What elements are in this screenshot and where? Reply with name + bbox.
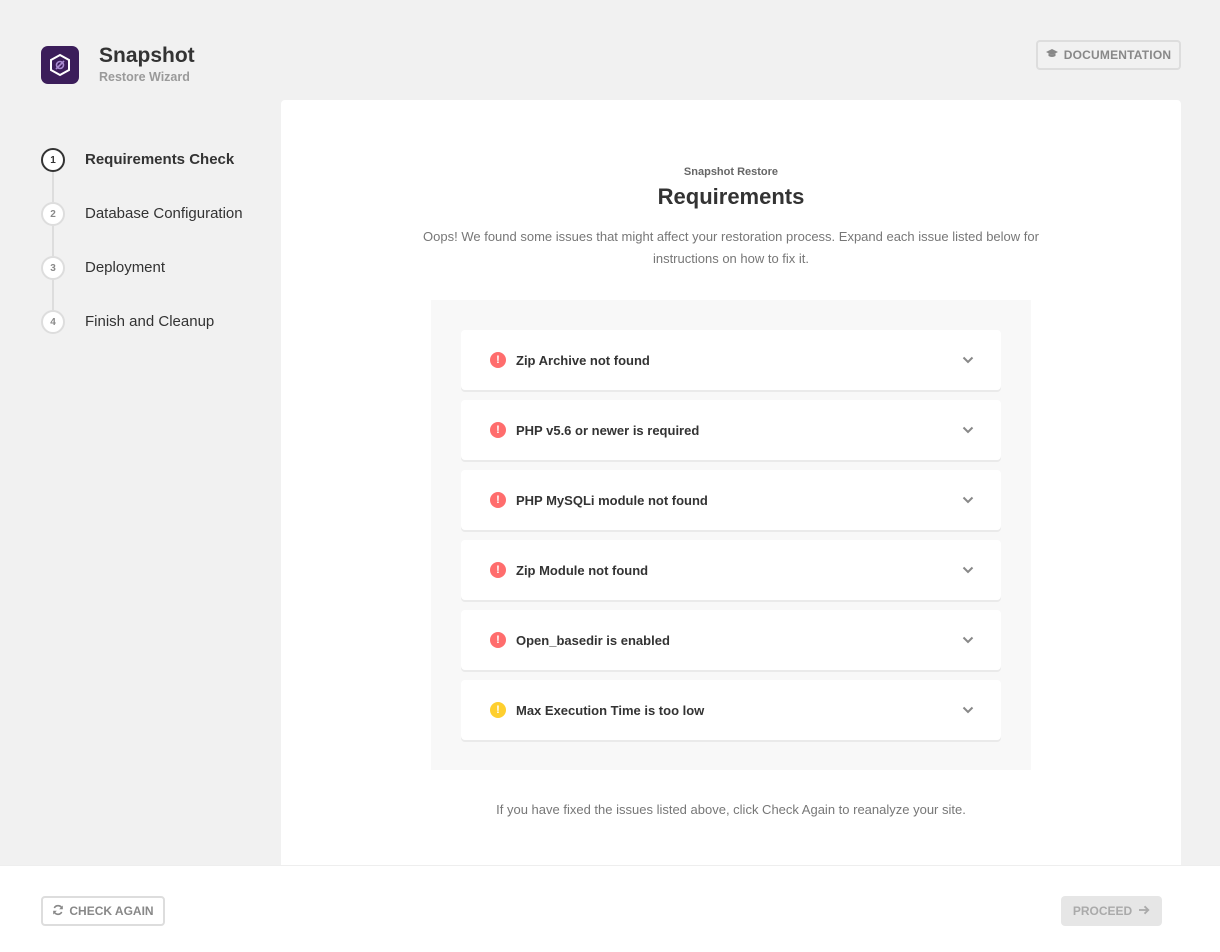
issue-php-mysqli[interactable]: ! PHP MySQLi module not found xyxy=(461,470,1001,530)
requirements-card: Snapshot Restore Requirements Oops! We f… xyxy=(281,100,1181,880)
step-number: 3 xyxy=(41,256,65,280)
check-again-button[interactable]: CHECK AGAIN xyxy=(41,896,165,926)
app-title: Snapshot xyxy=(99,44,195,67)
page-title: Requirements xyxy=(657,184,805,209)
step-number: 4 xyxy=(41,310,65,334)
arrow-right-icon xyxy=(1138,904,1150,918)
step-deployment[interactable]: 3 Deployment xyxy=(41,256,271,310)
error-icon: ! xyxy=(490,492,506,508)
card-description: Oops! We found some issues that might af… xyxy=(423,229,1039,266)
chevron-down-icon[interactable] xyxy=(961,493,975,507)
step-number: 2 xyxy=(41,202,65,226)
error-icon: ! xyxy=(490,352,506,368)
issue-max-execution-time[interactable]: ! Max Execution Time is too low xyxy=(461,680,1001,740)
chevron-down-icon[interactable] xyxy=(961,633,975,647)
brand: Snapshot Restore Wizard xyxy=(99,44,195,85)
error-icon: ! xyxy=(490,562,506,578)
issue-label: Max Execution Time is too low xyxy=(516,702,705,718)
proceed-button[interactable]: PROCEED xyxy=(1061,896,1162,926)
chevron-down-icon[interactable] xyxy=(961,703,975,717)
issue-label: PHP MySQLi module not found xyxy=(516,492,708,508)
snapshot-logo-icon xyxy=(41,45,79,84)
app-subtitle: Restore Wizard xyxy=(99,70,190,84)
chevron-down-icon[interactable] xyxy=(961,563,975,577)
step-requirements-check[interactable]: 1 Requirements Check xyxy=(41,148,271,202)
proceed-label: PROCEED xyxy=(1072,904,1133,918)
recheck-note: If you have fixed the issues listed abov… xyxy=(496,802,966,817)
step-label: Requirements Check xyxy=(85,151,235,168)
step-finish-and-cleanup[interactable]: 4 Finish and Cleanup xyxy=(41,310,271,364)
footer-bar: CHECK AGAIN PROCEED xyxy=(0,865,1220,952)
error-icon: ! xyxy=(490,422,506,438)
refresh-icon xyxy=(52,904,64,919)
wizard-steps: 1 Requirements Check 2 Database Configur… xyxy=(41,148,271,364)
issue-label: PHP v5.6 or newer is required xyxy=(516,422,700,438)
issue-label: Zip Module not found xyxy=(516,562,649,578)
issue-zip-module[interactable]: ! Zip Module not found xyxy=(461,540,1001,600)
card-eyebrow: Snapshot Restore xyxy=(683,166,779,178)
chevron-down-icon[interactable] xyxy=(961,423,975,437)
documentation-button[interactable]: DOCUMENTATION xyxy=(1036,40,1181,70)
app-header: Snapshot Restore Wizard xyxy=(41,44,195,85)
step-connector xyxy=(52,226,54,256)
issue-zip-archive[interactable]: ! Zip Archive not found xyxy=(461,330,1001,390)
step-database-configuration[interactable]: 2 Database Configuration xyxy=(41,202,271,256)
issue-label: Zip Archive not found xyxy=(516,352,650,368)
warning-icon: ! xyxy=(490,702,506,718)
graduation-cap-icon xyxy=(1045,48,1058,62)
issues-list: ! Zip Archive not found ! PHP v5.6 or ne… xyxy=(431,300,1031,770)
step-label: Deployment xyxy=(85,259,166,276)
documentation-label: DOCUMENTATION xyxy=(1063,48,1172,62)
step-connector xyxy=(52,280,54,310)
step-number: 1 xyxy=(41,148,65,172)
step-label: Database Configuration xyxy=(85,205,243,222)
step-connector xyxy=(52,172,54,202)
issue-php-version[interactable]: ! PHP v5.6 or newer is required xyxy=(461,400,1001,460)
issue-open-basedir[interactable]: ! Open_basedir is enabled xyxy=(461,610,1001,670)
issue-label: Open_basedir is enabled xyxy=(516,632,670,648)
error-icon: ! xyxy=(490,632,506,648)
step-label: Finish and Cleanup xyxy=(85,313,215,330)
chevron-down-icon[interactable] xyxy=(961,353,975,367)
check-again-label: CHECK AGAIN xyxy=(69,904,154,918)
